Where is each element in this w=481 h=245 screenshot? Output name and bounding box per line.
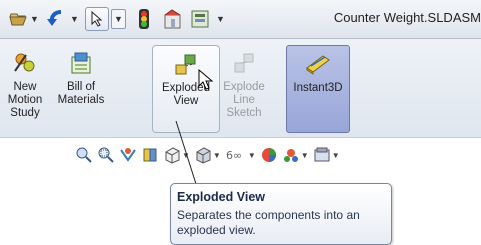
tooltip-title: Exploded View: [177, 190, 265, 204]
tooltip: Exploded View Separates the components i…: [170, 183, 392, 245]
tooltip-description: Separates the components into an explode…: [177, 208, 360, 237]
